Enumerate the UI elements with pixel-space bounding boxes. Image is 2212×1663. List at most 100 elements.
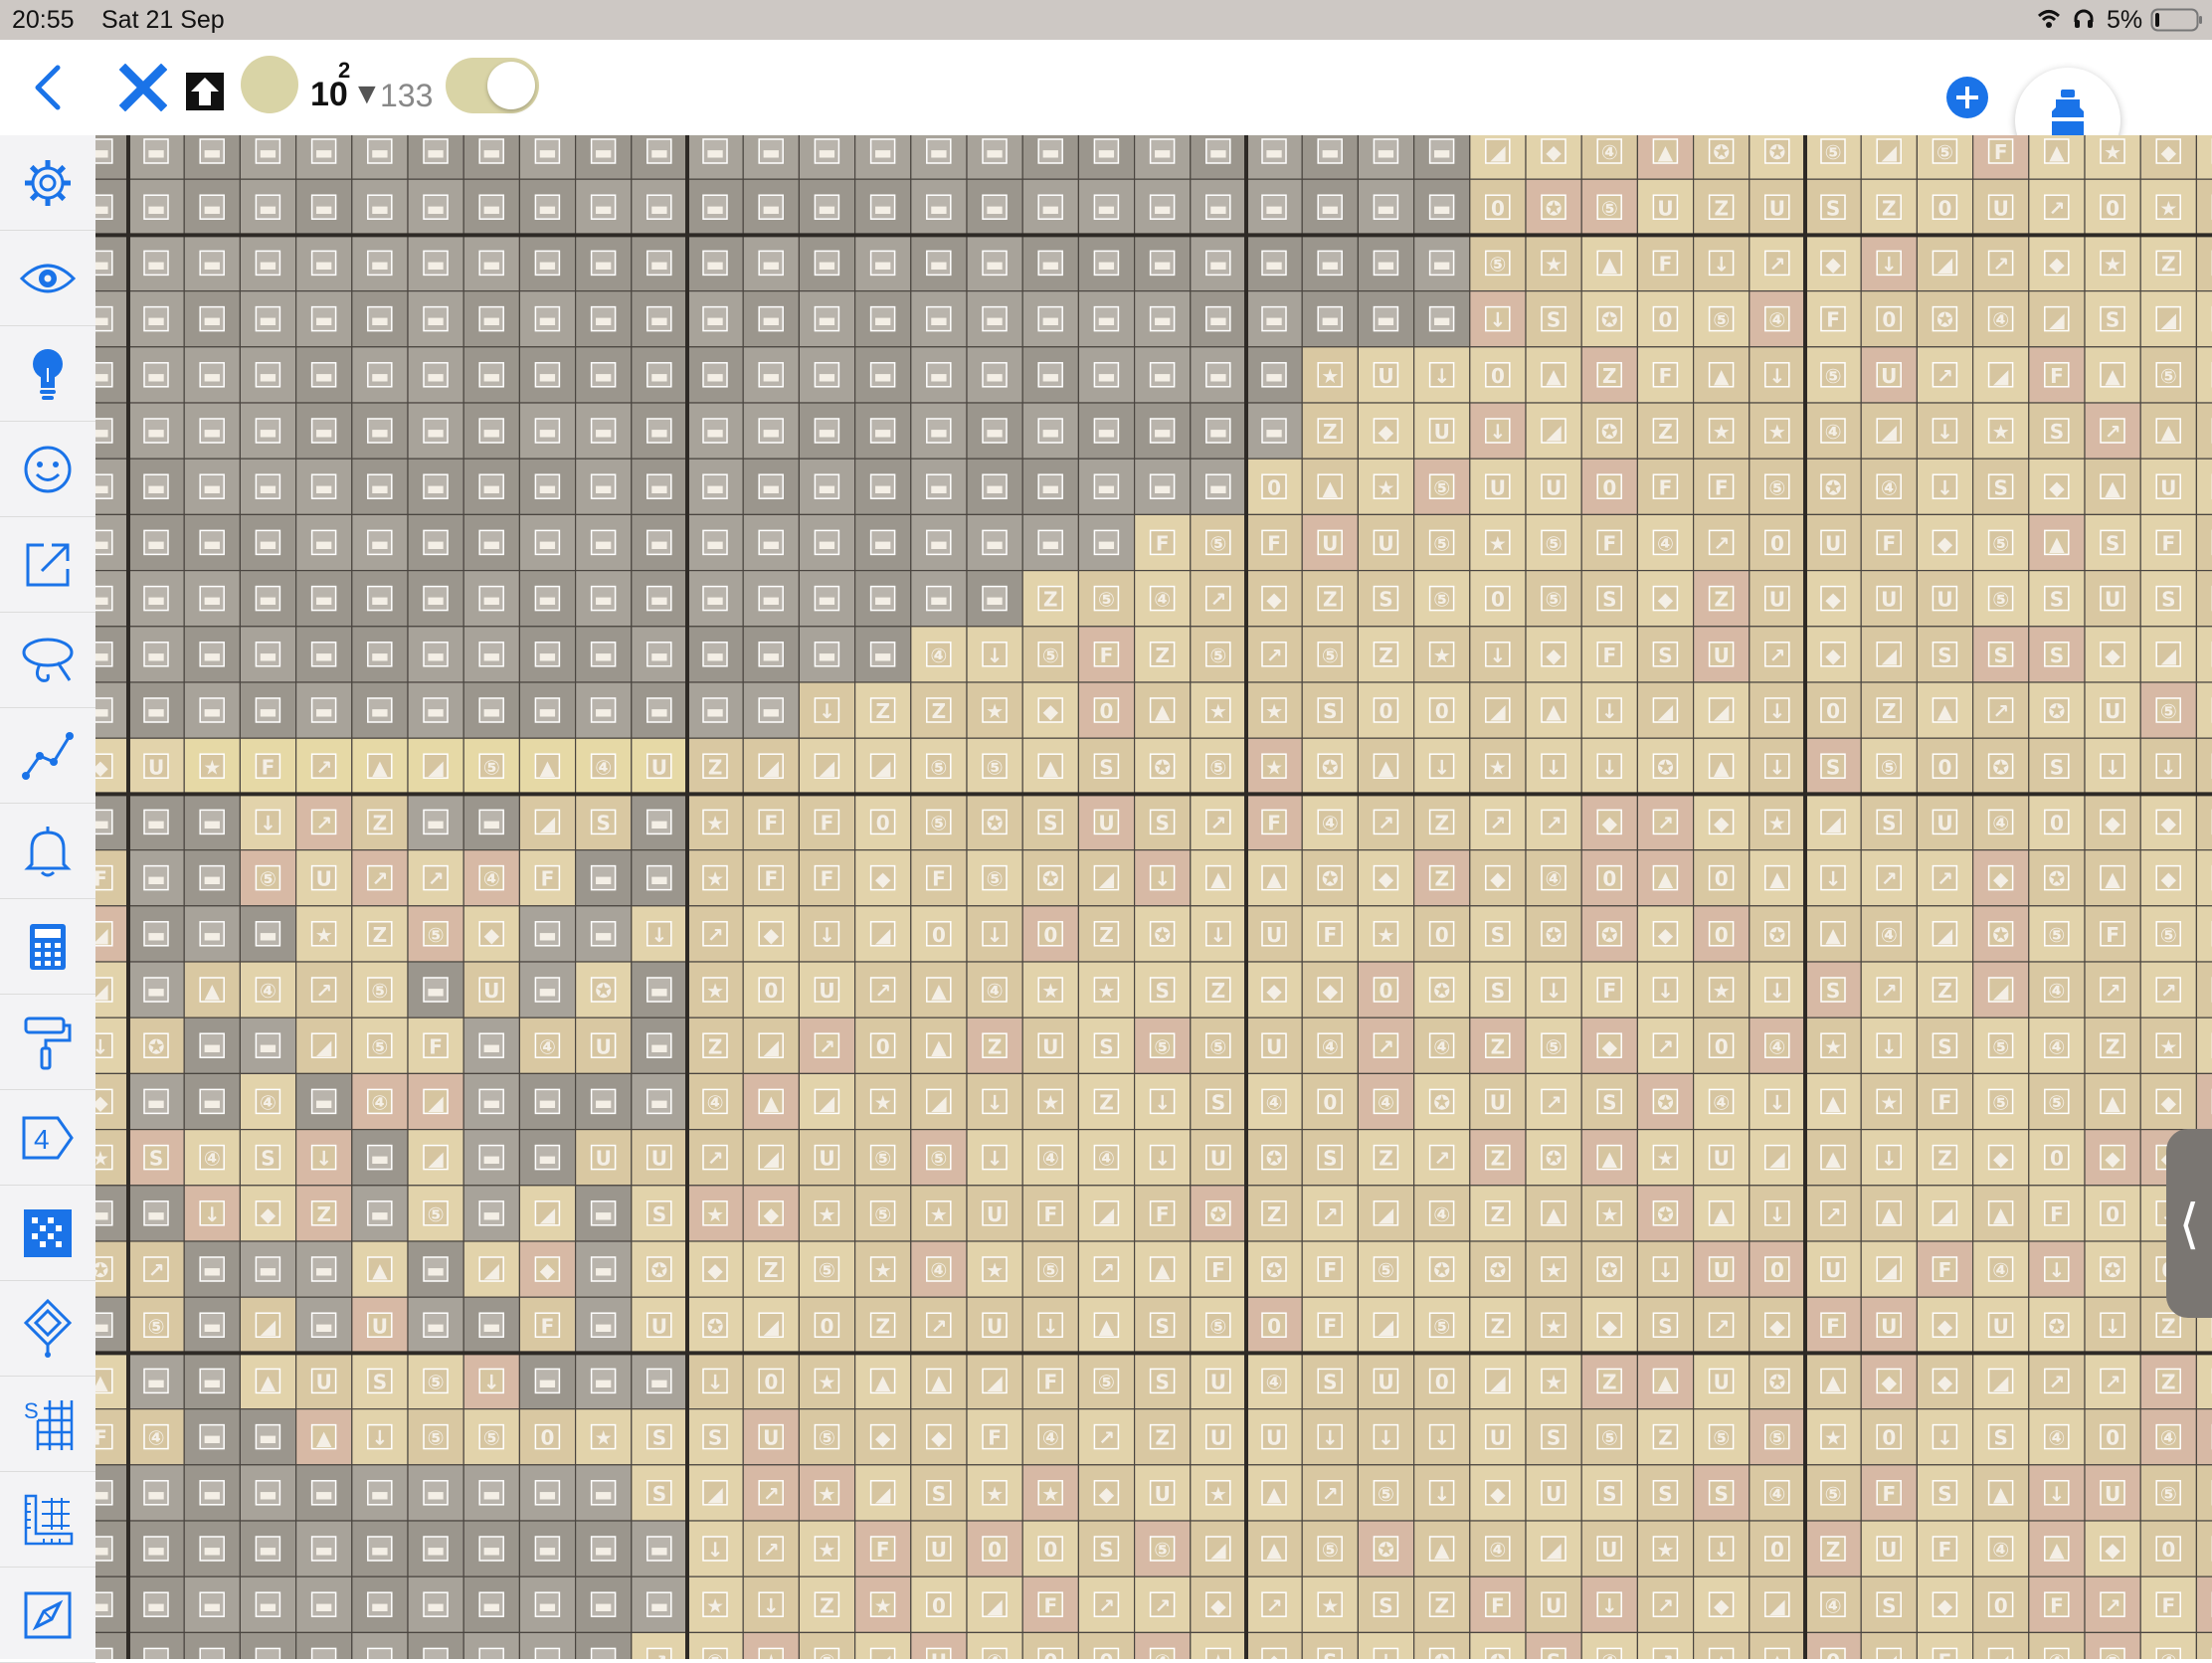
pattern-symbol: ▬ xyxy=(314,1482,333,1506)
pattern-symbol: F xyxy=(764,812,778,835)
pattern-symbol: F xyxy=(1938,1091,1952,1115)
pattern-symbol: ▬ xyxy=(1097,253,1116,277)
pattern-symbol: ◆ xyxy=(95,1091,108,1115)
settings-button[interactable] xyxy=(0,135,95,231)
pattern-symbol: S xyxy=(1043,812,1057,835)
pattern-symbol: ✪ xyxy=(1433,1650,1450,1660)
pattern-symbol: ▬ xyxy=(1208,475,1227,499)
compass-button[interactable] xyxy=(0,1568,95,1663)
highlight-toggle[interactable] xyxy=(446,58,539,113)
pattern-symbol: ✪ xyxy=(1042,867,1059,891)
pattern-symbol: 0 xyxy=(2106,1426,2120,1450)
pattern-symbol: ▬ xyxy=(147,1202,166,1226)
pattern-symbol: ▬ xyxy=(649,532,668,556)
pattern-symbol: ◢ xyxy=(1882,644,1898,667)
pattern-symbol: F xyxy=(1156,1202,1170,1226)
ruler-button[interactable] xyxy=(0,1472,95,1568)
pattern-symbol: 0 xyxy=(876,812,890,835)
pattern-symbol: ⑤ xyxy=(1992,588,2009,612)
tag-button[interactable]: 4 xyxy=(0,1090,95,1186)
back-button[interactable] xyxy=(28,62,68,113)
face-button[interactable] xyxy=(0,422,95,517)
pattern-cell xyxy=(2195,1352,2212,1410)
upload-button[interactable] xyxy=(185,72,225,111)
pattern-symbol: ✪ xyxy=(1433,979,1450,1003)
pattern-symbol: ▬ xyxy=(594,644,613,667)
pattern-symbol: ▲ xyxy=(764,1091,780,1115)
pattern-symbol: ◆ xyxy=(1546,140,1562,164)
pattern-symbol: ◆ xyxy=(875,867,891,891)
pattern-symbol: 0 xyxy=(1715,923,1729,947)
pattern-symbol: ④ xyxy=(1322,1034,1339,1058)
pattern-symbol: ⑤ xyxy=(1713,1426,1730,1450)
pattern-symbol: ▬ xyxy=(762,364,781,388)
pattern-symbol: ▬ xyxy=(1153,364,1172,388)
pattern-cell xyxy=(2195,626,2212,683)
pattern-symbol: ◢ xyxy=(875,755,891,779)
calculator-button[interactable] xyxy=(0,899,95,995)
hint-button[interactable] xyxy=(0,326,95,422)
symbol-grid-button[interactable]: S xyxy=(0,1377,95,1472)
pattern-symbol: ▬ xyxy=(203,1538,222,1562)
pattern-symbol: ▬ xyxy=(147,140,166,164)
pattern-grid-button[interactable] xyxy=(0,1186,95,1281)
pattern-symbol: ▬ xyxy=(873,475,892,499)
pattern-symbol: ④ xyxy=(1713,1091,1730,1115)
pattern-symbol: ▬ xyxy=(482,364,501,388)
lasso-button[interactable] xyxy=(0,613,95,708)
pattern-symbol: ↗ xyxy=(315,812,332,835)
pattern-symbol: ▬ xyxy=(594,420,613,444)
pattern-symbol: ◢ xyxy=(1882,1258,1898,1282)
pattern-symbol: ▬ xyxy=(95,364,109,388)
pattern-symbol: ↗ xyxy=(1992,253,2009,277)
pattern-symbol: ▬ xyxy=(482,1034,501,1058)
pattern-symbol: ◢ xyxy=(875,1482,891,1506)
paint-roller-button[interactable] xyxy=(0,995,95,1090)
stitch-tool-button[interactable] xyxy=(118,63,168,112)
pattern-symbol: ▬ xyxy=(649,196,668,220)
pattern-symbol: ▬ xyxy=(594,1258,613,1282)
pattern-symbol: ▬ xyxy=(259,308,277,332)
pattern-grid[interactable]: ▬ ▬ ▬ ▬ ▬ ▬ ▬ ▬ ▬ ▬ ▬ ▬ ▬ ▬ ▬ ▬ ▬ ▬ ▬ ▬ ▬ ▬ ▬ ▬ ▬ ↓ F F ◆ ◆ ↗ ↓ S ◆ ◆ ★ S S ↓ ↓… xyxy=(95,135,2212,1659)
pattern-symbol: ◢ xyxy=(1658,699,1674,723)
pattern-symbol: Z xyxy=(764,1258,779,1282)
pattern-symbol: ▬ xyxy=(818,532,836,556)
pattern-symbol: ▬ xyxy=(95,588,109,612)
pattern-symbol: S xyxy=(1547,1650,1561,1660)
line-button[interactable] xyxy=(0,708,95,804)
thread-color-swatch[interactable] xyxy=(241,56,298,113)
pattern-symbol: ▬ xyxy=(1321,308,1340,332)
pattern-symbol: ▬ xyxy=(594,1593,613,1617)
resize-button[interactable] xyxy=(0,517,95,613)
pattern-symbol: ▬ xyxy=(259,1034,277,1058)
pattern-symbol: ⑤ xyxy=(2048,1091,2065,1115)
pattern-symbol: U xyxy=(1657,196,1673,220)
pattern-symbol: F xyxy=(1826,308,1840,332)
pattern-symbol: ↓ xyxy=(1601,699,1618,723)
pattern-symbol: ◆ xyxy=(2105,644,2120,667)
pattern-symbol: ▬ xyxy=(1265,140,1284,164)
pin-button[interactable] xyxy=(0,1281,95,1377)
pattern-symbol: ▬ xyxy=(594,1650,613,1660)
pattern-symbol: ④ xyxy=(1546,867,1563,891)
pattern-symbol: ▲ xyxy=(1323,475,1339,499)
add-button[interactable] xyxy=(1945,76,1989,119)
pattern-symbol: S xyxy=(1547,308,1561,332)
pattern-symbol: ◢ xyxy=(95,923,108,947)
pattern-symbol: S xyxy=(932,1482,946,1506)
pattern-canvas[interactable]: ▬ ▬ ▬ ▬ ▬ ▬ ▬ ▬ ▬ ▬ ▬ ▬ ▬ ▬ ▬ ▬ ▬ ▬ ▬ ▬ ▬ ▬ ▬ ▬ ▬ ↓ F F ◆ ◆ ↗ ↓ S ◆ ◆ ★ S S ↓ ↓… xyxy=(95,135,2212,1659)
pattern-symbol: ▬ xyxy=(370,588,389,612)
pattern-symbol: ▬ xyxy=(986,420,1005,444)
palette-drawer-handle[interactable]: ⟨ xyxy=(2166,1129,2212,1318)
plus-circle-icon xyxy=(1946,77,1988,118)
pattern-symbol: ↗ xyxy=(1657,1650,1674,1660)
view-button[interactable] xyxy=(0,231,95,326)
pattern-symbol: 0 xyxy=(1659,308,1673,332)
pattern-symbol: ▬ xyxy=(762,699,781,723)
pattern-symbol: ④ xyxy=(260,979,276,1003)
pattern-symbol: ▬ xyxy=(147,253,166,277)
pattern-symbol: ★ xyxy=(986,699,1004,723)
pattern-symbol: ↗ xyxy=(1154,1593,1171,1617)
pattern-symbol: ④ xyxy=(595,755,612,779)
notifications-button[interactable] xyxy=(0,804,95,899)
